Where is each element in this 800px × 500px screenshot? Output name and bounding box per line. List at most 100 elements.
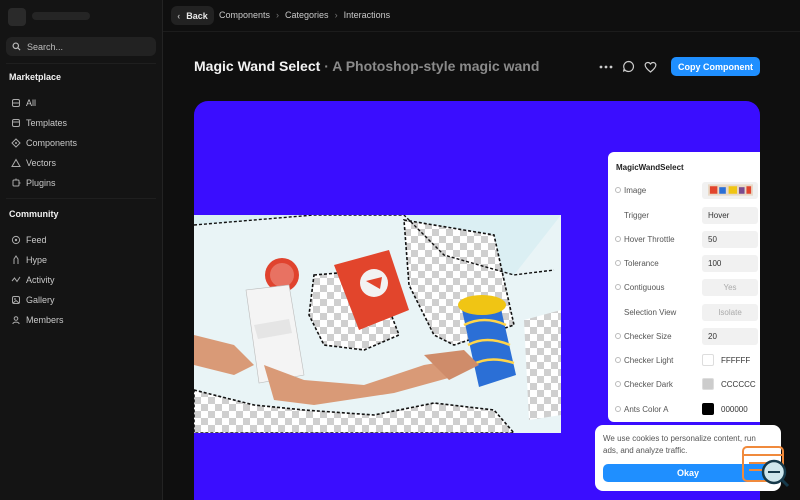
component-name: Magic Wand Select bbox=[194, 58, 321, 74]
prop-indicator-icon bbox=[615, 406, 621, 412]
sidebar-item-activity[interactable]: Activity bbox=[11, 273, 55, 287]
panel-title: MagicWandSelect bbox=[616, 163, 684, 172]
properties-panel: MagicWandSelect Image Trigger Hover Hove… bbox=[608, 152, 760, 422]
chevron-left-icon: ‹ bbox=[177, 10, 181, 21]
prop-label: Checker Size bbox=[624, 331, 672, 341]
component-icon bbox=[11, 138, 21, 148]
feed-icon bbox=[11, 235, 21, 245]
sidebar-item-hype[interactable]: Hype bbox=[11, 253, 47, 267]
back-button[interactable]: ‹ Back bbox=[171, 6, 214, 25]
breadcrumb-components[interactable]: Components bbox=[219, 10, 270, 20]
color-swatch[interactable] bbox=[702, 403, 714, 415]
breadcrumb-categories[interactable]: Categories bbox=[285, 10, 329, 20]
sidebar: Search... Marketplace All Templates Comp… bbox=[0, 0, 163, 500]
sidebar-item-gallery[interactable]: Gallery bbox=[11, 293, 55, 307]
prop-indicator-icon bbox=[615, 357, 621, 363]
color-hex[interactable]: FFFFFF bbox=[721, 356, 750, 365]
sidebar-item-vectors[interactable]: Vectors bbox=[11, 156, 56, 170]
prop-tolerance: Tolerance 100 bbox=[608, 253, 760, 273]
chat-widget-icon bbox=[742, 446, 790, 488]
preview-image[interactable] bbox=[194, 215, 561, 433]
prop-indicator-icon bbox=[615, 284, 621, 290]
sidebar-item-feed[interactable]: Feed bbox=[11, 233, 47, 247]
prop-checker-size: Checker Size 20 bbox=[608, 326, 760, 346]
sidebar-item-label: Vectors bbox=[26, 158, 57, 168]
prop-image: Image bbox=[608, 180, 760, 200]
prop-selection-view: Selection View Isolate bbox=[608, 302, 760, 322]
members-icon bbox=[12, 316, 20, 325]
magic-wand-selection-illustration bbox=[194, 215, 561, 433]
prop-label: Ants Color A bbox=[624, 404, 669, 414]
search-input[interactable]: Search... bbox=[6, 37, 156, 56]
community-heading: Community bbox=[9, 209, 59, 219]
hype-icon bbox=[13, 255, 19, 264]
image-picker[interactable] bbox=[702, 181, 758, 199]
prop-label: Hover Throttle bbox=[624, 234, 675, 244]
sidebar-item-plugins[interactable]: Plugins bbox=[11, 176, 56, 190]
prop-label: Trigger bbox=[624, 210, 650, 220]
tolerance-input[interactable]: 100 bbox=[702, 254, 758, 272]
checker-size-input[interactable]: 20 bbox=[702, 327, 758, 345]
logo-icon[interactable] bbox=[8, 8, 26, 26]
vector-icon bbox=[11, 158, 21, 167]
hover-throttle-input[interactable]: 50 bbox=[702, 230, 758, 248]
sidebar-item-members[interactable]: Members bbox=[11, 313, 64, 327]
back-label: Back bbox=[186, 10, 208, 21]
breadcrumb-interactions[interactable]: Interactions bbox=[344, 10, 391, 20]
prop-indicator-icon bbox=[615, 187, 621, 193]
sidebar-item-label: Feed bbox=[26, 235, 47, 245]
trigger-select[interactable]: Hover bbox=[702, 206, 758, 224]
help-chat-icon[interactable] bbox=[741, 445, 791, 489]
color-swatch[interactable] bbox=[702, 378, 714, 390]
sidebar-item-label: Gallery bbox=[26, 295, 55, 305]
divider bbox=[6, 63, 156, 64]
sidebar-item-label: Templates bbox=[26, 118, 68, 128]
sidebar-item-all[interactable]: All bbox=[11, 96, 36, 110]
checker-light-color[interactable]: FFFFFF bbox=[702, 352, 758, 369]
page-title: Magic Wand Select · A Photoshop-style ma… bbox=[194, 58, 539, 74]
selection-view-toggle[interactable]: Isolate bbox=[702, 303, 758, 321]
prop-ants-color-a: Ants Color A 000000 bbox=[608, 399, 760, 419]
prop-label: Checker Dark bbox=[624, 379, 673, 389]
prop-checker-light: Checker Light FFFFFF bbox=[608, 350, 760, 370]
marketplace-heading: Marketplace bbox=[9, 72, 62, 82]
layers-icon bbox=[12, 99, 20, 107]
like-button[interactable] bbox=[641, 58, 659, 76]
checker-dark-color[interactable]: CCCCCC bbox=[702, 376, 758, 393]
sidebar-item-templates[interactable]: Templates bbox=[11, 116, 67, 130]
color-hex[interactable]: 000000 bbox=[721, 405, 748, 414]
prop-label: Contiguous bbox=[624, 282, 665, 292]
comment-button[interactable] bbox=[619, 58, 637, 76]
prop-indicator-icon bbox=[615, 333, 621, 339]
breadcrumb: Components › Categories › Interactions bbox=[219, 10, 390, 20]
heart-icon bbox=[644, 61, 656, 73]
chevron-right-icon: › bbox=[334, 10, 338, 20]
color-swatch[interactable] bbox=[702, 354, 714, 366]
logo-wordmark[interactable] bbox=[32, 12, 90, 20]
component-subtitle: · A Photoshop-style magic wand bbox=[324, 58, 540, 74]
top-bar: ‹ Back Components › Categories › Interac… bbox=[163, 0, 800, 32]
prop-checker-dark: Checker Dark CCCCCC bbox=[608, 374, 760, 394]
sidebar-item-components[interactable]: Components bbox=[11, 136, 77, 150]
prop-contiguous: Contiguous Yes bbox=[608, 277, 760, 297]
prop-hover-throttle: Hover Throttle 50 bbox=[608, 229, 760, 249]
contiguous-toggle[interactable]: Yes bbox=[702, 278, 758, 296]
gallery-icon bbox=[12, 296, 20, 304]
sidebar-item-label: Plugins bbox=[26, 178, 56, 188]
image-thumbnail-icon bbox=[708, 184, 753, 196]
copy-component-button[interactable]: Copy Component bbox=[671, 57, 760, 76]
comment-icon bbox=[622, 60, 634, 73]
sidebar-item-label: Hype bbox=[26, 255, 48, 265]
divider bbox=[6, 198, 156, 199]
search-placeholder: Search... bbox=[27, 41, 64, 52]
prop-indicator-icon bbox=[615, 260, 621, 266]
sidebar-item-label: Activity bbox=[26, 275, 55, 285]
prop-label: Selection View bbox=[624, 307, 677, 317]
prop-label: Image bbox=[624, 185, 647, 195]
prop-label: Tolerance bbox=[624, 258, 659, 268]
prop-label: Checker Light bbox=[624, 355, 674, 365]
search-icon bbox=[12, 42, 21, 51]
color-hex[interactable]: CCCCCC bbox=[721, 380, 756, 389]
more-button[interactable] bbox=[597, 58, 615, 76]
ants-color-a[interactable]: 000000 bbox=[702, 401, 758, 418]
